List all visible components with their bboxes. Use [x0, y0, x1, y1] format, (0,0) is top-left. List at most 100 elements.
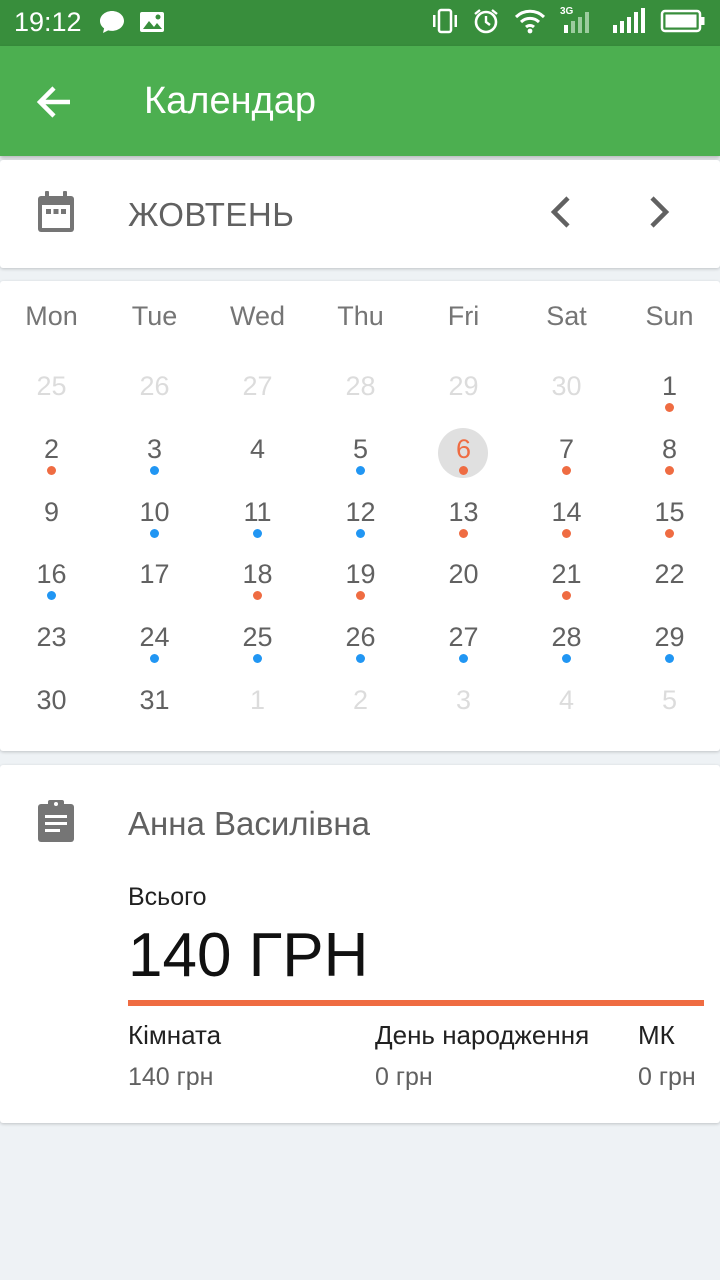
breakdown-value: 0 грн — [638, 1063, 696, 1091]
calendar-day[interactable]: 29 — [412, 367, 515, 429]
day-number: 22 — [654, 559, 685, 590]
calendar-day[interactable]: 23 — [0, 618, 103, 680]
day-number: 31 — [139, 685, 170, 715]
calendar-day[interactable]: 27 — [206, 367, 309, 429]
calendar-day[interactable]: 25 — [0, 367, 103, 429]
calendar-day[interactable]: 14 — [515, 493, 618, 555]
day-number: 5 — [661, 685, 678, 715]
day-number: 20 — [448, 559, 479, 590]
event-dot-blue — [356, 465, 365, 475]
day-number: 28 — [551, 622, 582, 653]
app-bar: Календар — [0, 46, 720, 156]
calendar-day[interactable]: 9 — [0, 493, 103, 555]
calendar-day[interactable]: 1 — [618, 367, 720, 429]
breakdown-label: Кімната — [128, 1020, 222, 1050]
calendar-day[interactable]: 7 — [515, 430, 618, 492]
breakdown-label: День народження — [375, 1020, 590, 1050]
day-number: 18 — [242, 559, 273, 590]
month-label: ЖОВТЕНЬ — [128, 196, 295, 233]
calendar-day[interactable]: 8 — [618, 430, 720, 492]
event-dot-blue — [150, 654, 159, 664]
calendar-day[interactable]: 3 — [103, 430, 206, 492]
calendar-day[interactable]: 26 — [103, 367, 206, 429]
calendar-day[interactable]: 16 — [0, 555, 103, 617]
calendar-day[interactable]: 21 — [515, 555, 618, 617]
calendar-day[interactable]: 13 — [412, 493, 515, 555]
calendar-day[interactable]: 12 — [309, 493, 412, 555]
status-right-icons: 3G — [432, 6, 706, 35]
event-dot-blue — [665, 654, 674, 664]
calendar-day[interactable]: 25 — [206, 618, 309, 680]
battery-icon — [660, 7, 706, 35]
back-button[interactable] — [30, 80, 82, 124]
breakdown-birthday: День народження 0 грн — [375, 1020, 589, 1092]
calendar-day[interactable]: 30 — [515, 367, 618, 429]
calendar-day[interactable]: 30 — [0, 681, 103, 743]
event-dot-orange — [665, 403, 674, 412]
day-number: 19 — [345, 559, 376, 590]
status-left-icons — [98, 8, 166, 41]
event-dot-orange — [253, 591, 262, 601]
calendar-day[interactable]: 27 — [412, 618, 515, 680]
day-number: 28 — [345, 371, 376, 401]
event-dot-blue — [459, 654, 468, 664]
day-number: 4 — [249, 433, 266, 464]
calendar-day[interactable]: 11 — [206, 493, 309, 555]
event-dot-orange — [562, 465, 571, 475]
calendar-day-today[interactable]: 6 — [412, 427, 515, 492]
calendar-icon — [36, 190, 76, 239]
day-number: 1 — [249, 685, 266, 715]
calendar-day[interactable]: 31 — [103, 681, 206, 743]
signal-3g-icon: 3G — [560, 6, 596, 35]
calendar-day[interactable]: 1 — [206, 681, 309, 743]
breakdown-mk: МК 0 грн — [638, 1020, 696, 1092]
day-number: 26 — [139, 371, 170, 401]
calendar-day[interactable]: 22 — [618, 555, 720, 617]
calendar-day[interactable]: 3 — [412, 681, 515, 743]
day-number: 29 — [654, 622, 685, 653]
breakdown-value: 140 грн — [128, 1063, 214, 1091]
calendar-day[interactable]: 29 — [618, 618, 720, 680]
calendar-day[interactable]: 28 — [309, 367, 412, 429]
status-bar: 19:12 3G — [0, 0, 720, 46]
total-progress-bar — [128, 1000, 704, 1006]
calendar-day[interactable]: 24 — [103, 618, 206, 680]
previous-month-button[interactable] — [542, 190, 582, 234]
calendar-grid: Mon Tue Wed Thu Fri Sat Sun 25 26 27 28 29 30 1 2 3 4 5 6… — [0, 281, 720, 751]
day-number: 10 — [139, 496, 170, 527]
summary-card: Анна Василівна Всього 140 ГРН Кімната 14… — [0, 765, 720, 1123]
day-number: 26 — [345, 622, 376, 653]
day-number: 30 — [551, 371, 582, 401]
calendar-day[interactable]: 26 — [309, 618, 412, 680]
day-number: 15 — [654, 496, 685, 527]
day-number: 9 — [43, 496, 60, 527]
event-dot-orange — [665, 465, 674, 475]
calendar-day[interactable]: 18 — [206, 555, 309, 617]
weekday-label: Sat — [546, 301, 587, 331]
calendar-day[interactable]: 17 — [103, 555, 206, 617]
calendar-day[interactable]: 20 — [412, 555, 515, 617]
calendar-day[interactable]: 10 — [103, 493, 206, 555]
weekday-label: Tue — [131, 301, 178, 331]
calendar-day[interactable]: 4 — [515, 681, 618, 743]
day-number: 7 — [558, 433, 575, 464]
weekday-label: Wed — [229, 301, 286, 331]
next-month-button[interactable] — [638, 190, 678, 234]
calendar-day[interactable]: 19 — [309, 555, 412, 617]
event-dot-blue — [150, 528, 159, 538]
calendar-day[interactable]: 15 — [618, 493, 720, 555]
calendar-day[interactable]: 4 — [206, 430, 309, 492]
day-number: 8 — [661, 433, 678, 464]
calendar-day[interactable]: 5 — [618, 681, 720, 743]
calendar-day[interactable]: 5 — [309, 430, 412, 492]
day-number: 3 — [146, 433, 163, 464]
event-dot-orange — [356, 591, 365, 601]
calendar-day[interactable]: 2 — [0, 430, 103, 492]
event-dot-blue — [356, 654, 365, 664]
day-number: 2 — [352, 685, 369, 715]
calendar-day[interactable]: 2 — [309, 681, 412, 743]
chevron-right-icon — [638, 196, 678, 238]
breakdown-room: Кімната 140 грн — [128, 1020, 221, 1092]
calendar-day[interactable]: 28 — [515, 618, 618, 680]
event-dot-blue — [47, 591, 56, 601]
